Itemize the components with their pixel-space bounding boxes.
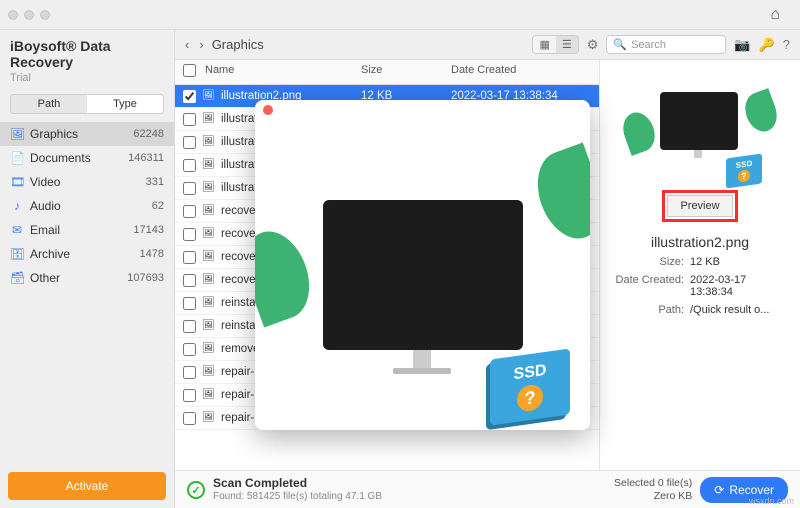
category-icon: 🗄 [10,247,24,261]
window-controls [8,10,50,20]
sidebar: iBoysoft® Data Recovery Trial Path Type … [0,30,175,508]
row-checkbox[interactable] [183,366,196,379]
home-icon[interactable]: ⌂ [770,6,780,24]
row-checkbox[interactable] [183,90,196,103]
max-dot[interactable] [40,10,50,20]
preview-button-highlight: Preview [662,190,737,222]
category-icon: 🖼 [10,127,24,141]
key-icon[interactable]: 🔑 [759,37,775,53]
grid-view-icon[interactable]: ▦ [533,36,555,53]
row-checkbox[interactable] [183,343,196,356]
search-input[interactable]: 🔍 Search [606,35,726,54]
category-icon: 📄 [10,151,24,165]
status-title: Scan Completed [213,476,606,490]
file-icon [202,411,216,425]
row-checkbox[interactable] [183,205,196,218]
category-list: 🖼Graphics62248📄Documents146311🎞Video331♪… [0,122,174,464]
search-icon: 🔍 [613,38,627,51]
breadcrumb: Graphics [212,37,264,52]
row-checkbox[interactable] [183,159,196,172]
file-icon [202,158,216,172]
file-icon [202,342,216,356]
file-icon [202,227,216,241]
row-checkbox[interactable] [183,320,196,333]
toolbar: ‹ › Graphics ▦ ☰ ⚙ 🔍 Search 📷 🔑 ? [175,30,800,60]
row-checkbox[interactable] [183,297,196,310]
sidebar-item-other[interactable]: 🗃Other107693 [0,266,174,290]
select-all-checkbox[interactable] [183,64,196,77]
sidebar-item-email[interactable]: ✉Email17143 [0,218,174,242]
check-icon: ✓ [187,481,205,499]
col-size[interactable]: Size [361,64,451,80]
col-name[interactable]: Name [205,64,361,80]
list-view-icon[interactable]: ☰ [556,36,578,53]
preview-window[interactable]: SSD? [255,100,590,430]
preview-image: SSD? [255,120,590,430]
path-type-toggle[interactable]: Path Type [10,94,164,114]
forward-icon[interactable]: › [199,37,203,52]
filter-icon[interactable]: ⚙ [587,37,599,53]
selection-count: Selected 0 file(s)Zero KB [614,477,692,502]
app-title: iBoysoft® Data Recovery [0,30,174,72]
tier-label: Trial [0,72,174,92]
category-icon: 🗃 [10,271,24,285]
min-dot[interactable] [24,10,34,20]
camera-icon[interactable]: 📷 [734,37,750,53]
row-checkbox[interactable] [183,113,196,126]
col-date[interactable]: Date Created [451,64,591,80]
ssd-icon: SSD? [490,348,570,425]
view-toggle[interactable]: ▦ ☰ [532,35,578,54]
file-icon [202,250,216,264]
file-icon [202,181,216,195]
activate-button[interactable]: Activate [8,472,166,500]
file-icon [202,365,216,379]
row-checkbox[interactable] [183,274,196,287]
sidebar-item-documents[interactable]: 📄Documents146311 [0,146,174,170]
ssd-icon: SSD? [726,153,762,188]
detail-filename: illustration2.png [651,234,749,250]
list-header: Name Size Date Created [175,60,599,85]
row-checkbox[interactable] [183,412,196,425]
row-checkbox[interactable] [183,228,196,241]
close-dot[interactable] [8,10,18,20]
tab-path[interactable]: Path [11,95,87,113]
sidebar-item-video[interactable]: 🎞Video331 [0,170,174,194]
sidebar-item-archive[interactable]: 🗄Archive1478 [0,242,174,266]
back-icon[interactable]: ‹ [185,37,189,52]
nav-arrows: ‹ › [185,37,204,52]
category-icon: ✉ [10,223,24,237]
detail-pane: SSD? Preview illustration2.png Size:12 K… [600,60,800,470]
close-icon[interactable] [263,105,273,115]
file-icon [202,296,216,310]
category-icon: 🎞 [10,175,24,189]
file-icon [202,273,216,287]
tab-type[interactable]: Type [87,95,163,113]
file-icon [202,319,216,333]
status-bar: ✓ Scan Completed Found: 581425 file(s) t… [175,470,800,508]
file-icon [202,112,216,126]
preview-button[interactable]: Preview [667,195,732,217]
sidebar-item-graphics[interactable]: 🖼Graphics62248 [0,122,174,146]
titlebar: ⌂ [0,0,800,30]
file-icon [202,135,216,149]
category-icon: ♪ [10,199,24,213]
row-checkbox[interactable] [183,251,196,264]
status-sub: Found: 581425 file(s) totaling 47.1 GB [213,491,606,503]
file-icon [202,204,216,218]
file-icon [202,388,216,402]
row-checkbox[interactable] [183,136,196,149]
watermark: wsxdn.com [749,496,794,506]
help-icon[interactable]: ? [783,37,790,52]
search-placeholder: Search [631,39,666,51]
refresh-icon: ⟳ [714,483,724,497]
detail-thumbnail: SSD? [630,82,770,182]
sidebar-item-audio[interactable]: ♪Audio62 [0,194,174,218]
row-checkbox[interactable] [183,389,196,402]
file-icon [202,89,216,103]
row-checkbox[interactable] [183,182,196,195]
